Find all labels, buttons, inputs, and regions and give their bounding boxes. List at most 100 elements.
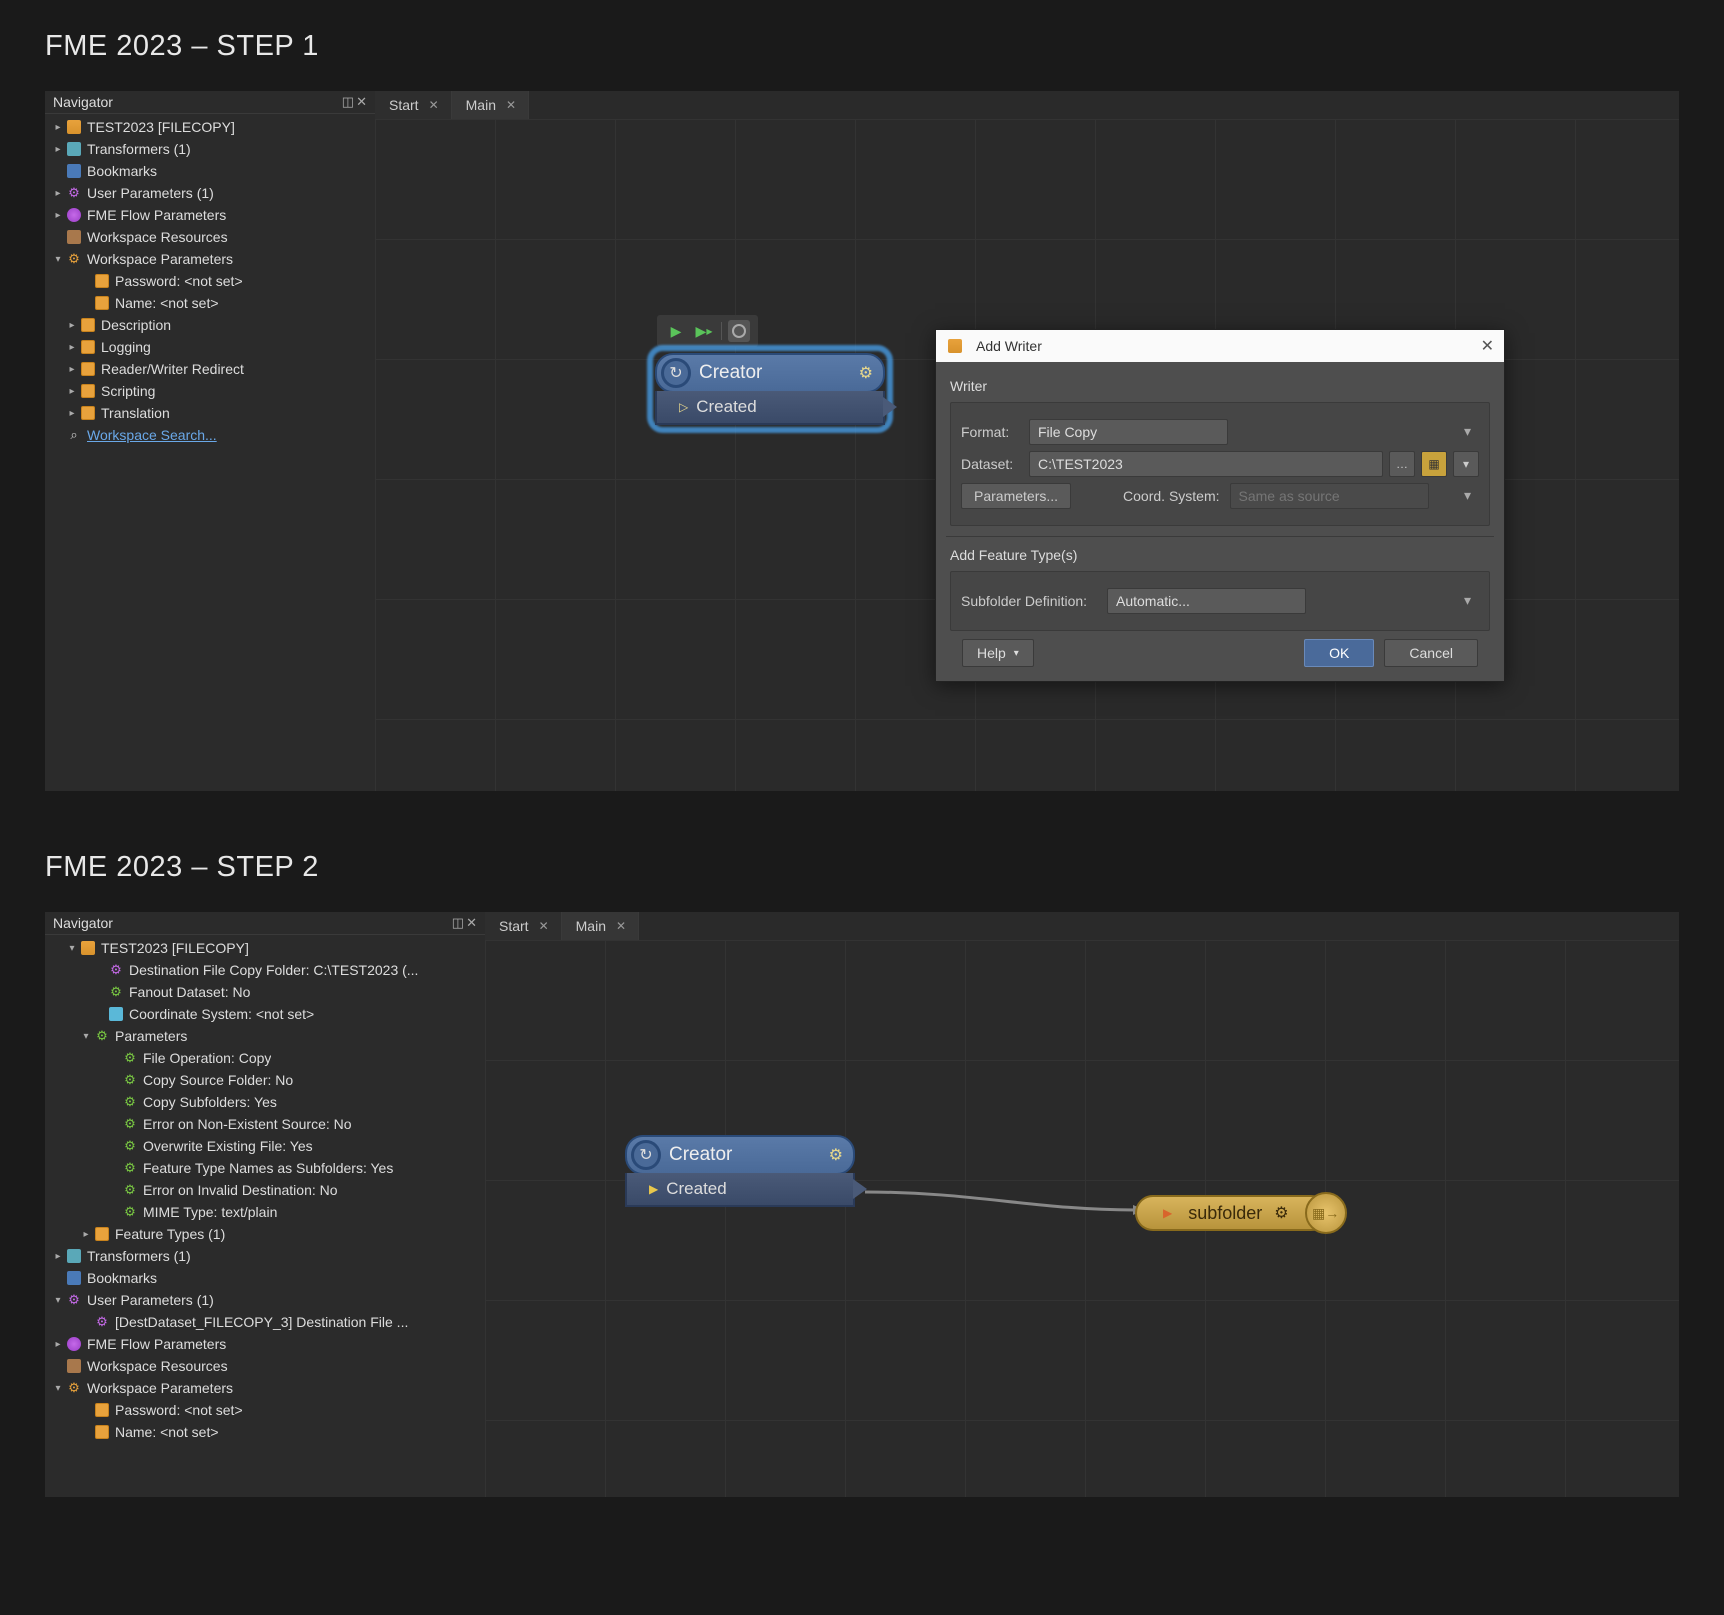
canvas[interactable]: ▶ ▶▶ ↻ Creator ⚙ ▷ Created <box>375 119 1679 791</box>
tab-main[interactable]: Main✕ <box>452 91 529 119</box>
canvas[interactable]: ↻ Creator ⚙ ▶ Created ▶ <box>485 940 1679 1497</box>
tree-translation[interactable]: ▸Translation <box>45 402 375 424</box>
tree-workspace-search[interactable]: ⌕Workspace Search... <box>45 424 375 446</box>
tree-coord[interactable]: Coordinate System: <not set> <box>45 1003 485 1025</box>
input-port-icon[interactable]: ▶ <box>1163 1206 1172 1220</box>
navigator-title: Navigator <box>53 915 113 931</box>
tree-ws-resources[interactable]: Workspace Resources <box>45 226 375 248</box>
gear-icon: ⚙ <box>121 1204 139 1220</box>
tree-ftnas[interactable]: ⚙Feature Type Names as Subfolders: Yes <box>45 1157 485 1179</box>
close-icon[interactable]: ✕ <box>466 915 477 931</box>
tree-flow-params[interactable]: ▸FME Flow Parameters <box>45 1333 485 1355</box>
close-icon[interactable]: ✕ <box>1481 336 1494 356</box>
browse-button[interactable]: … <box>1389 451 1415 477</box>
param-icon <box>81 384 95 398</box>
tree-workspace-root[interactable]: ▸TEST2023 [FILECOPY] <box>45 116 375 138</box>
dataset-input[interactable] <box>1029 451 1383 477</box>
tree-feature-types[interactable]: ▸Feature Types (1) <box>45 1223 485 1245</box>
coord-system-select[interactable] <box>1230 483 1429 509</box>
close-icon[interactable]: ✕ <box>616 919 626 933</box>
tree-fanout[interactable]: ⚙Fanout Dataset: No <box>45 981 485 1003</box>
creator-transformer[interactable]: ↻ Creator ⚙ ▶ Created <box>625 1135 855 1207</box>
param-icon <box>81 318 95 332</box>
tree-transformers[interactable]: ▸Transformers (1) <box>45 1245 485 1267</box>
gear-icon[interactable]: ⚙ <box>1274 1203 1288 1223</box>
input-port-icon[interactable]: ↻ <box>631 1140 661 1170</box>
tree-bookmarks[interactable]: Bookmarks <box>45 1267 485 1289</box>
tree-description[interactable]: ▸Description <box>45 314 375 336</box>
tree-password[interactable]: Password: <not set> <box>45 1399 485 1421</box>
gear-icon[interactable]: ⚙ <box>829 1145 843 1165</box>
param-icon <box>81 406 95 420</box>
close-icon[interactable]: ✕ <box>356 94 367 110</box>
tree-copy-src[interactable]: ⚙Copy Source Folder: No <box>45 1069 485 1091</box>
close-icon[interactable]: ✕ <box>429 98 439 112</box>
tree-name[interactable]: Name: <not set> <box>45 292 375 314</box>
step1-title: FME 2023 – STEP 1 <box>45 30 1679 63</box>
tree-overwrite[interactable]: ⚙Overwrite Existing File: Yes <box>45 1135 485 1157</box>
navigator-tree[interactable]: ▸TEST2023 [FILECOPY] ▸Transformers (1) B… <box>45 114 375 791</box>
close-icon[interactable]: ✕ <box>506 98 516 112</box>
tab-main[interactable]: Main✕ <box>562 912 639 940</box>
format-label: Format: <box>961 424 1023 440</box>
tab-start[interactable]: Start✕ <box>375 91 452 119</box>
undock-icon[interactable]: ◫ <box>342 94 354 110</box>
tree-err-nes[interactable]: ⚙Error on Non-Existent Source: No <box>45 1113 485 1135</box>
tree-rw-redirect[interactable]: ▸Reader/Writer Redirect <box>45 358 375 380</box>
dataset-options-button[interactable]: ▦ <box>1421 451 1447 477</box>
tree-flow-params[interactable]: ▸FME Flow Parameters <box>45 204 375 226</box>
tree-user-params[interactable]: ▾⚙User Parameters (1) <box>45 1289 485 1311</box>
tree-workspace-root[interactable]: ▾TEST2023 [FILECOPY] <box>45 937 485 959</box>
run-from-icon[interactable]: ▶▶ <box>693 320 715 342</box>
output-port-label[interactable]: Created <box>666 1179 726 1199</box>
output-port-label[interactable]: Created <box>696 397 756 417</box>
navigator-tree[interactable]: ▾TEST2023 [FILECOPY] ⚙Destination File C… <box>45 935 485 1497</box>
tree-user-params[interactable]: ▸⚙User Parameters (1) <box>45 182 375 204</box>
inspect-icon[interactable] <box>728 320 750 342</box>
writer-output-icon[interactable]: ▦→ <box>1305 1192 1347 1234</box>
writer-icon <box>948 339 962 353</box>
node-title: Creator <box>699 362 851 384</box>
connection-line[interactable] <box>855 1180 1155 1230</box>
input-port-icon[interactable]: ↻ <box>661 358 691 388</box>
tree-name[interactable]: Name: <not set> <box>45 1421 485 1443</box>
navigator-title: Navigator <box>53 94 113 110</box>
creator-transformer[interactable]: ↻ Creator ⚙ ▷ Created <box>655 353 885 425</box>
canvas-tabbar: Start✕ Main✕ <box>485 912 1679 940</box>
format-select[interactable] <box>1029 419 1228 445</box>
gear-icon[interactable]: ⚙ <box>859 363 873 383</box>
tree-dest-user-param[interactable]: ⚙[DestDataset_FILECOPY_3] Destination Fi… <box>45 1311 485 1333</box>
tree-transformers[interactable]: ▸Transformers (1) <box>45 138 375 160</box>
help-button[interactable]: Help▾ <box>962 639 1034 667</box>
tree-copy-sub[interactable]: ⚙Copy Subfolders: Yes <box>45 1091 485 1113</box>
tree-dest-folder[interactable]: ⚙Destination File Copy Folder: C:\TEST20… <box>45 959 485 981</box>
tree-logging[interactable]: ▸Logging <box>45 336 375 358</box>
close-icon[interactable]: ✕ <box>539 919 549 933</box>
tree-ws-resources[interactable]: Workspace Resources <box>45 1355 485 1377</box>
resources-icon <box>67 230 81 244</box>
run-icon[interactable]: ▶ <box>665 320 687 342</box>
database-icon <box>81 941 95 955</box>
parameters-button[interactable]: Parameters... <box>961 483 1071 509</box>
transformers-icon <box>67 1249 81 1263</box>
undock-icon[interactable]: ◫ <box>452 915 464 931</box>
output-port-icon[interactable] <box>883 397 897 417</box>
tree-file-op[interactable]: ⚙File Operation: Copy <box>45 1047 485 1069</box>
tree-password[interactable]: Password: <not set> <box>45 270 375 292</box>
tree-scripting[interactable]: ▸Scripting <box>45 380 375 402</box>
subfolder-writer[interactable]: ▶ subfolder ⚙ ▦→ <box>1135 1192 1347 1234</box>
dropdown-button[interactable]: ▾ <box>1453 451 1479 477</box>
tree-ws-params[interactable]: ▾⚙Workspace Parameters <box>45 248 375 270</box>
tab-start[interactable]: Start✕ <box>485 912 562 940</box>
output-port-icon[interactable] <box>853 1179 867 1199</box>
tree-mime[interactable]: ⚙MIME Type: text/plain <box>45 1201 485 1223</box>
dialog-titlebar[interactable]: Add Writer ✕ <box>936 330 1504 362</box>
tree-ws-params[interactable]: ▾⚙Workspace Parameters <box>45 1377 485 1399</box>
coord-icon <box>109 1007 123 1021</box>
ok-button[interactable]: OK <box>1304 639 1374 667</box>
cancel-button[interactable]: Cancel <box>1384 639 1478 667</box>
tree-err-inv[interactable]: ⚙Error on Invalid Destination: No <box>45 1179 485 1201</box>
subfolder-def-select[interactable] <box>1107 588 1306 614</box>
tree-parameters[interactable]: ▾⚙Parameters <box>45 1025 485 1047</box>
tree-bookmarks[interactable]: Bookmarks <box>45 160 375 182</box>
